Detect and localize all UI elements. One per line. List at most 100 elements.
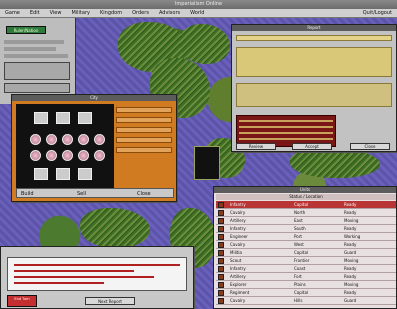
menu-edit[interactable]: Edit [25, 9, 45, 18]
landmass [290, 148, 380, 178]
report-panel [236, 83, 392, 107]
worker-slot[interactable] [46, 134, 57, 145]
unit-icon [218, 290, 224, 296]
unit-status: Ready [344, 274, 357, 279]
worker-slot[interactable] [94, 150, 105, 161]
messages-window: End Turn Next Report [0, 246, 194, 309]
worker-slot[interactable] [78, 150, 89, 161]
table-row[interactable] [239, 126, 333, 128]
menu-orders[interactable]: Orders [127, 9, 154, 18]
close-button[interactable]: Close [137, 191, 151, 197]
city-list-item[interactable] [116, 117, 172, 123]
unit-icon [218, 266, 224, 272]
sell-button[interactable]: Sell [77, 191, 86, 197]
landmass [80, 208, 150, 248]
unit-status: Guard [344, 298, 357, 303]
unit-name: Scout [230, 258, 242, 263]
unit-name: Militia [230, 250, 242, 255]
menu-advisors[interactable]: Advisors [154, 9, 185, 18]
unit-location: Coast [294, 266, 306, 271]
ruler-badge[interactable]: Ruler/Nation [6, 26, 46, 34]
units-subtitle: Status / Location [216, 194, 396, 200]
unit-status: Ready [344, 210, 357, 215]
worker-slot[interactable] [78, 134, 89, 145]
accept-button[interactable]: Accept [292, 143, 332, 150]
unit-location: Fort [294, 274, 302, 279]
worker-slot[interactable] [30, 150, 41, 161]
city-footer: Build Sell Close [16, 188, 174, 198]
unit-row[interactable]: Infantry Coast Ready [216, 265, 396, 273]
unit-name: Explorer [230, 282, 247, 287]
worker-slot[interactable] [30, 134, 41, 145]
unit-row[interactable]: Militia Capital Guard [216, 249, 396, 257]
menu-quit[interactable]: Quit/Logout [358, 9, 397, 18]
menu-military[interactable]: Military [66, 9, 95, 18]
building[interactable] [78, 112, 92, 124]
next-report-button[interactable]: Next Report [85, 297, 135, 305]
city-window: City Build Sell Close [11, 94, 177, 202]
unit-row[interactable]: Engineer Port Working [216, 233, 396, 241]
report-header [236, 35, 392, 41]
unit-name: Artillery [230, 274, 246, 279]
unit-icon [218, 298, 224, 304]
city-list-item[interactable] [116, 147, 172, 153]
city-list-item[interactable] [116, 127, 172, 133]
worker-slot[interactable] [62, 134, 73, 145]
unit-row[interactable]: Regiment Capital Ready [216, 289, 396, 297]
building[interactable] [56, 112, 70, 124]
unit-status: Moving [344, 258, 359, 263]
unit-row[interactable]: Artillery East Moving [216, 217, 396, 225]
message-log [7, 257, 187, 291]
unit-icon [218, 202, 224, 208]
unit-icon [218, 210, 224, 216]
landmass [180, 24, 230, 64]
unit-location: Hills [294, 298, 303, 303]
city-list-item[interactable] [116, 137, 172, 143]
unit-row[interactable]: Cavalry West Ready [216, 241, 396, 249]
end-turn-button[interactable]: End Turn [7, 295, 37, 307]
worker-slot[interactable] [94, 134, 105, 145]
unit-row[interactable]: Infantry South Ready [216, 225, 396, 233]
report-panel [236, 47, 392, 77]
table-row[interactable] [239, 132, 333, 134]
unit-status: Ready [344, 290, 357, 295]
menu-view[interactable]: View [45, 9, 67, 18]
city-list-item[interactable] [116, 107, 172, 113]
unit-location: South [294, 226, 306, 231]
building[interactable] [56, 168, 70, 180]
units-window: Units Status / Location Infantry Capital R… [213, 186, 397, 309]
unit-row[interactable]: Infantry Capital Ready [216, 201, 396, 209]
unit-icon [218, 234, 224, 240]
report-window-title: Report [232, 25, 396, 31]
table-row[interactable] [239, 138, 333, 140]
build-button[interactable]: Build [21, 191, 34, 197]
unit-row[interactable]: Artillery Fort Ready [216, 273, 396, 281]
menu-bar: Game Edit View Military Kingdom Orders A… [0, 9, 397, 18]
close-button[interactable]: Close [350, 143, 390, 150]
panel-row [4, 47, 56, 51]
unit-status: Ready [344, 242, 357, 247]
unit-location: Frontier [294, 258, 310, 263]
city-view[interactable] [16, 104, 114, 188]
unit-location: Plains [294, 282, 306, 287]
unit-row[interactable]: Cavalry Hills Guard [216, 297, 396, 305]
unit-row[interactable]: Cavalry North Ready [216, 209, 396, 217]
worker-slot[interactable] [46, 150, 57, 161]
building[interactable] [34, 168, 48, 180]
table-row[interactable] [239, 120, 333, 122]
unit-name: Cavalry [230, 242, 246, 247]
worker-slot[interactable] [62, 150, 73, 161]
unit-status: Moving [344, 218, 359, 223]
menu-kingdom[interactable]: Kingdom [95, 9, 127, 18]
unit-row[interactable]: Scout Frontier Moving [216, 257, 396, 265]
unit-status: Moving [344, 282, 359, 287]
building[interactable] [34, 112, 48, 124]
menu-game[interactable]: Game [0, 9, 25, 18]
unit-row[interactable]: Explorer Plains Moving [216, 281, 396, 289]
menu-world[interactable]: World [185, 9, 209, 18]
building[interactable] [78, 168, 92, 180]
panel-box [4, 83, 70, 93]
unit-name: Engineer [230, 234, 248, 239]
review-button[interactable]: Review [236, 143, 276, 150]
unit-location: North [294, 210, 306, 215]
